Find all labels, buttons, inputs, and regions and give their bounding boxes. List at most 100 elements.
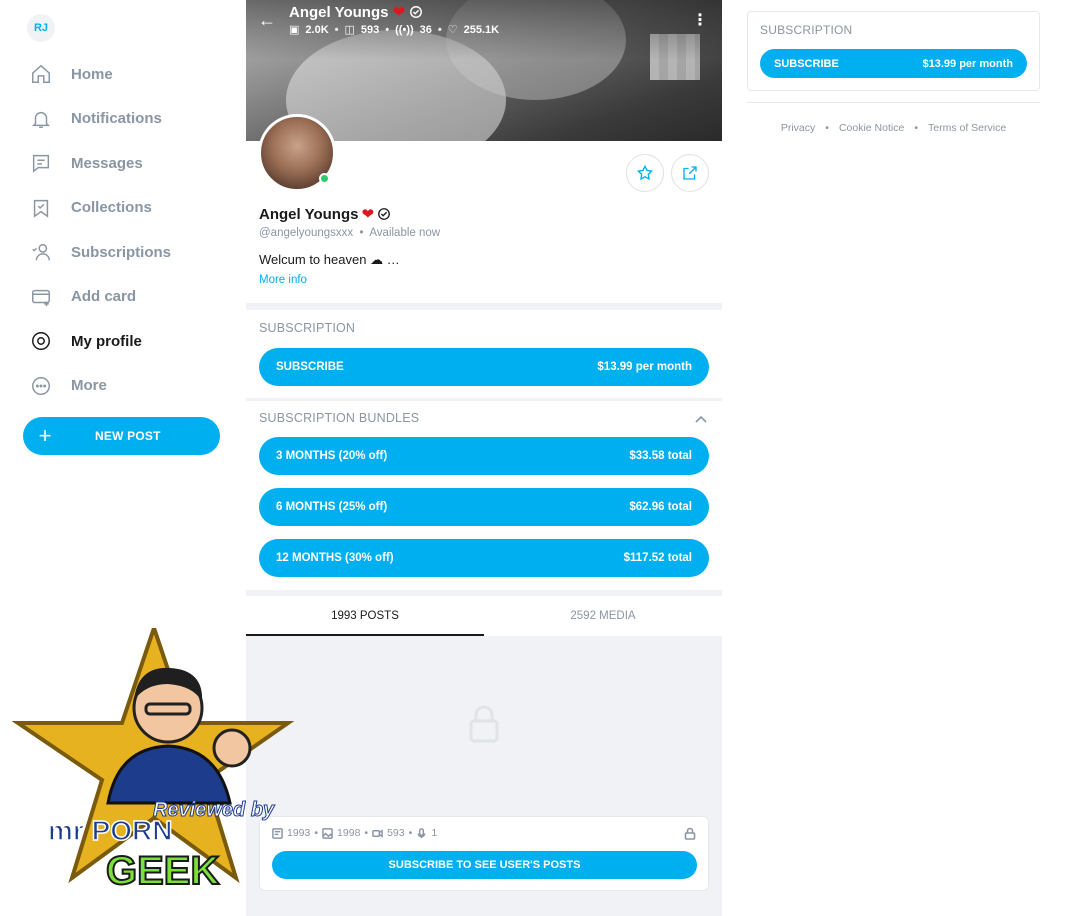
bundle-price: $117.52 total [623, 552, 692, 564]
right-subscribe-button[interactable]: SUBSCRIBE $13.99 per month [760, 49, 1027, 78]
share-icon [683, 166, 697, 180]
bundle-12-months-button[interactable]: 12 MONTHS (30% off) $117.52 total [259, 539, 709, 577]
new-post-label: NEW POST [95, 429, 161, 443]
profile-bio: Welcum to heaven ☁ … [259, 252, 400, 267]
sidebar-item-label: Notifications [71, 110, 162, 128]
kebab-menu-icon[interactable]: ⋮ [692, 10, 708, 30]
right-subscribe-price: $13.99 per month [922, 57, 1013, 70]
cookie-notice-link[interactable]: Cookie Notice [839, 122, 904, 134]
right-subscription-card: SUBSCRIPTION SUBSCRIBE $13.99 per month [747, 11, 1040, 91]
sidebar-item-label: Collections [71, 199, 152, 217]
privacy-link[interactable]: Privacy [781, 122, 815, 134]
stat-likes: 255.1K [463, 23, 500, 36]
photo-icon [322, 827, 333, 839]
badge-geek: GEEK [106, 849, 219, 893]
stream-icon: ((•)) [395, 23, 414, 36]
thumbs-up-hand [212, 728, 252, 768]
bundles-card: SUBSCRIPTION BUNDLES 3 MONTHS (20% off) … [246, 401, 722, 590]
sidebar-item-subscriptions[interactable]: Subscriptions [0, 230, 246, 275]
card-icon [32, 289, 50, 306]
bundle-price: $33.58 total [629, 450, 692, 462]
reviewed-by-badge: Reviewed by mr PORN GEEK [11, 628, 295, 894]
heart-icon: ❤ [392, 4, 406, 21]
bell-icon [31, 111, 51, 128]
subscribe-to-see-posts-button[interactable]: SUBSCRIBE TO SEE USER'S POSTS [272, 851, 697, 879]
subscribe-button[interactable]: SUBSCRIBE $13.99 per month [259, 348, 709, 386]
profile-name: Angel Youngs ❤ [259, 205, 391, 223]
sidebar-item-label: More [71, 377, 107, 395]
cover-title: Angel Youngs ❤ [289, 3, 423, 21]
locked-audio-count: 1 [431, 827, 438, 839]
bundle-label: 3 MONTHS (20% off) [276, 450, 388, 462]
bio-text: Welcum to heaven [259, 252, 367, 267]
locked-videos-count: 593 [387, 827, 405, 839]
profile-status: Available now [369, 227, 441, 239]
home-icon [32, 65, 50, 84]
sidebar-item-notifications[interactable]: Notifications [0, 97, 246, 142]
badge-mr-porn: mr PORN [48, 815, 172, 846]
photo-icon: ▣ [289, 24, 300, 36]
subscription-title: SUBSCRIPTION [259, 321, 356, 335]
sidebar-item-label: Add card [71, 288, 137, 306]
sidebar-item-my-profile[interactable]: My profile [0, 319, 246, 364]
subscribe-label: SUBSCRIBE [276, 361, 344, 373]
right-subscribe-label: SUBSCRIBE [774, 57, 839, 70]
sidebar-item-label: Messages [71, 154, 143, 172]
subscription-card: SUBSCRIPTION SUBSCRIBE $13.99 per month [246, 310, 722, 398]
video-icon: ◫ [344, 24, 355, 36]
cloud-icon: ☁ [370, 252, 384, 267]
chevron-up-icon[interactable] [694, 412, 708, 426]
locked-photos-count: 1998 [337, 827, 361, 839]
back-arrow-icon[interactable]: ← [258, 10, 278, 30]
locked-posts-box: 1993 • 1998 • 593 • 1 SUBSCRIBE TO SEE U… [259, 816, 709, 891]
divider [747, 102, 1040, 103]
lock-icon [468, 704, 500, 744]
share-button[interactable] [671, 154, 709, 192]
sidebar-item-collections[interactable]: Collections [0, 186, 246, 231]
like-icon: ♡ [447, 24, 458, 36]
favorite-button[interactable] [626, 154, 664, 192]
terms-link[interactable]: Terms of Service [928, 122, 1006, 134]
profile-handle-line: @angelyoungsxxx • Available now [259, 227, 441, 239]
sidebar-item-messages[interactable]: Messages [0, 141, 246, 186]
bookmark-icon [33, 199, 49, 218]
star-icon [636, 164, 654, 181]
footer-links: Privacy • Cookie Notice • Terms of Servi… [780, 122, 1007, 134]
message-icon [32, 155, 50, 174]
profile-icon [32, 332, 50, 351]
verified-icon [410, 6, 422, 18]
microphone-icon [417, 827, 426, 838]
sidebar-nav: Home Notifications Messages Collections … [0, 52, 246, 408]
subscriptions-icon [32, 244, 50, 261]
more-info-link[interactable]: More info [259, 274, 307, 286]
bundle-label: 6 MONTHS (25% off) [276, 501, 388, 513]
bundle-3-months-button[interactable]: 3 MONTHS (20% off) $33.58 total [259, 437, 709, 475]
user-avatar[interactable]: RJ [27, 14, 55, 42]
more-icon [32, 376, 50, 395]
sidebar-item-add-card[interactable]: Add card [0, 275, 246, 320]
sidebar-item-label: Subscriptions [71, 243, 172, 261]
online-indicator [319, 173, 330, 184]
bundle-price: $62.96 total [629, 501, 692, 513]
sidebar-item-label: My profile [71, 332, 142, 350]
sidebar-item-label: Home [71, 65, 113, 83]
profile-name-text: Angel Youngs [259, 205, 359, 223]
lock-icon [684, 827, 696, 840]
sidebar-item-more[interactable]: More [0, 364, 246, 409]
video-icon [372, 828, 383, 838]
bundles-title: SUBSCRIPTION BUNDLES [259, 411, 420, 425]
bundle-6-months-button[interactable]: 6 MONTHS (25% off) $62.96 total [259, 488, 709, 526]
subscribe-price: $13.99 per month [597, 361, 692, 373]
sidebar-item-home[interactable]: Home [0, 52, 246, 97]
cover-name: Angel Youngs [289, 3, 389, 21]
new-post-button[interactable]: + NEW POST [23, 417, 220, 455]
profile-column: ← Angel Youngs ❤ ▣ 2.0K • ◫ 593 • ((•)) … [246, 0, 722, 916]
stat-videos: 593 [360, 23, 380, 36]
tab-media[interactable]: 2592 MEDIA [484, 596, 722, 636]
cover-stats: ▣ 2.0K • ◫ 593 • ((•)) 36 • ♡ 255.1K [289, 23, 500, 37]
verified-icon [378, 208, 390, 220]
locked-feed: 1993 • 1998 • 593 • 1 SUBSCRIBE TO SEE U… [246, 636, 722, 916]
bundle-label: 12 MONTHS (30% off) [276, 552, 394, 564]
plus-icon: + [38, 423, 52, 448]
profile-avatar[interactable] [258, 114, 336, 192]
